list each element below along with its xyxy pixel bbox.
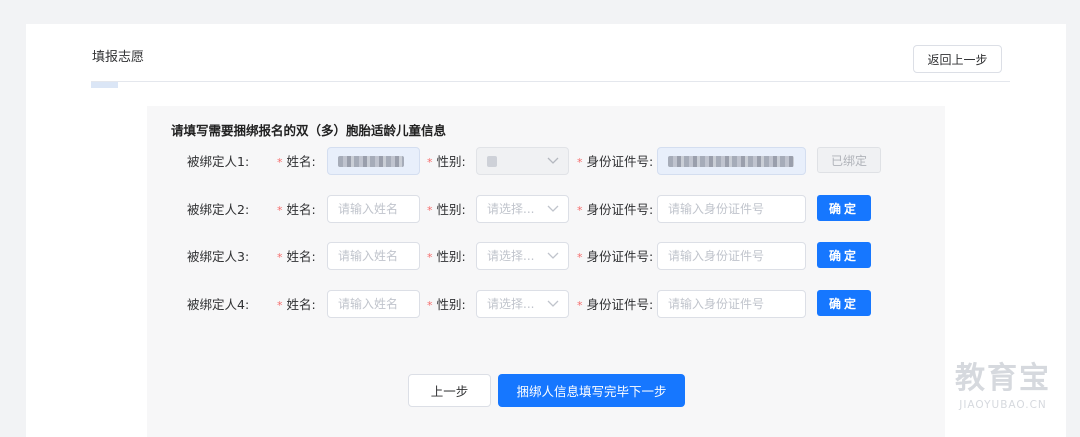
bound-person-row-4: 被绑定人4: * 姓名: 请输入姓名 * 性别: 请选择... * 身份证件号: 请输…	[0, 290, 1080, 320]
gender-select[interactable]	[476, 147, 569, 175]
bound-button: 已绑定	[817, 147, 881, 173]
id-number-label-text: 身份证件号:	[586, 249, 654, 264]
bound-person-row-2: 被绑定人2: * 姓名: 请输入姓名 * 性别: 请选择... * 身份证件号: 请输…	[0, 195, 1080, 225]
chevron-down-icon	[547, 157, 559, 164]
id-number-input[interactable]	[657, 147, 806, 175]
chevron-down-icon	[547, 252, 559, 259]
required-mark: *	[577, 251, 583, 264]
gender-select[interactable]: 请选择...	[476, 242, 569, 270]
person-label: 被绑定人3:	[187, 249, 250, 264]
id-number-label: * 身份证件号:	[577, 195, 653, 225]
required-mark: *	[577, 156, 583, 169]
id-number-label-text: 身份证件号:	[586, 297, 654, 312]
gender-placeholder: 请选择...	[487, 297, 535, 311]
chevron-down-icon	[547, 300, 559, 307]
gender-select[interactable]: 请选择...	[476, 195, 569, 223]
id-number-label-text: 身份证件号:	[586, 202, 654, 217]
required-mark: *	[277, 251, 283, 264]
name-label: * 姓名:	[277, 290, 316, 320]
id-number-input[interactable]: 请输入身份证件号	[657, 195, 806, 223]
previous-step-button[interactable]: 上一步	[408, 374, 491, 407]
redacted-id-number	[668, 156, 794, 167]
name-input[interactable]: 请输入姓名	[327, 290, 420, 318]
id-number-input[interactable]: 请输入身份证件号	[657, 290, 806, 318]
id-number-input[interactable]: 请输入身份证件号	[657, 242, 806, 270]
name-label-text: 姓名:	[286, 154, 316, 169]
confirm-button[interactable]: 确定	[817, 290, 871, 316]
gender-placeholder: 请选择...	[487, 249, 535, 263]
required-mark: *	[277, 299, 283, 312]
gender-label-text: 性别:	[436, 154, 466, 169]
watermark-logo: 教育宝 JIAOYUBAO.CN	[943, 361, 1063, 421]
required-mark: *	[427, 299, 433, 312]
gender-select[interactable]: 请选择...	[476, 290, 569, 318]
id-number-label: * 身份证件号:	[577, 242, 653, 272]
redacted-gender	[487, 156, 497, 167]
name-label-text: 姓名:	[286, 202, 316, 217]
section-title: 请填写需要捆绑报名的双（多）胞胎适龄儿童信息	[171, 123, 447, 138]
required-mark: *	[277, 204, 283, 217]
watermark-main-text: 教育宝	[955, 361, 1051, 396]
required-mark: *	[577, 204, 583, 217]
gender-label: * 性别:	[427, 290, 466, 320]
required-mark: *	[577, 299, 583, 312]
name-label-text: 姓名:	[286, 297, 316, 312]
required-mark: *	[427, 204, 433, 217]
redacted-name	[338, 156, 404, 167]
gender-label-text: 性别:	[436, 202, 466, 217]
name-label: * 姓名:	[277, 147, 316, 177]
name-label-text: 姓名:	[286, 249, 316, 264]
required-mark: *	[427, 251, 433, 264]
next-step-button[interactable]: 捆绑人信息填写完毕下一步	[498, 374, 685, 407]
page-title: 填报志愿	[92, 50, 145, 65]
name-input[interactable]: 请输入姓名	[327, 195, 420, 223]
gender-label: * 性别:	[427, 242, 466, 272]
required-mark: *	[427, 156, 433, 169]
name-label: * 姓名:	[277, 242, 316, 272]
person-label: 被绑定人2:	[187, 202, 250, 217]
id-number-label: * 身份证件号:	[577, 147, 653, 177]
confirm-button[interactable]: 确定	[817, 195, 871, 221]
confirm-button[interactable]: 确定	[817, 242, 871, 268]
person-label: 被绑定人4:	[187, 297, 250, 312]
gender-label: * 性别:	[427, 147, 466, 177]
gender-label-text: 性别:	[436, 297, 466, 312]
gender-label: * 性别:	[427, 195, 466, 225]
watermark-sub-text: JIAOYUBAO.CN	[959, 399, 1047, 411]
id-number-label: * 身份证件号:	[577, 290, 653, 320]
back-button[interactable]: 返回上一步	[913, 45, 1002, 73]
chevron-down-icon	[547, 205, 559, 212]
required-mark: *	[277, 156, 283, 169]
bound-person-row-3: 被绑定人3: * 姓名: 请输入姓名 * 性别: 请选择... * 身份证件号: 请输…	[0, 242, 1080, 272]
name-input[interactable]: 请输入姓名	[327, 242, 420, 270]
gender-placeholder: 请选择...	[487, 202, 535, 216]
name-label: * 姓名:	[277, 195, 316, 225]
gender-label-text: 性别:	[436, 249, 466, 264]
person-label: 被绑定人1:	[187, 154, 250, 169]
id-number-label-text: 身份证件号:	[586, 154, 654, 169]
bound-person-row-1: 被绑定人1: * 姓名: * 性别: * 身份证件号: 已绑定	[0, 147, 1080, 177]
name-input[interactable]	[327, 147, 420, 175]
header-divider	[91, 81, 1010, 82]
tab-indicator	[91, 82, 118, 88]
